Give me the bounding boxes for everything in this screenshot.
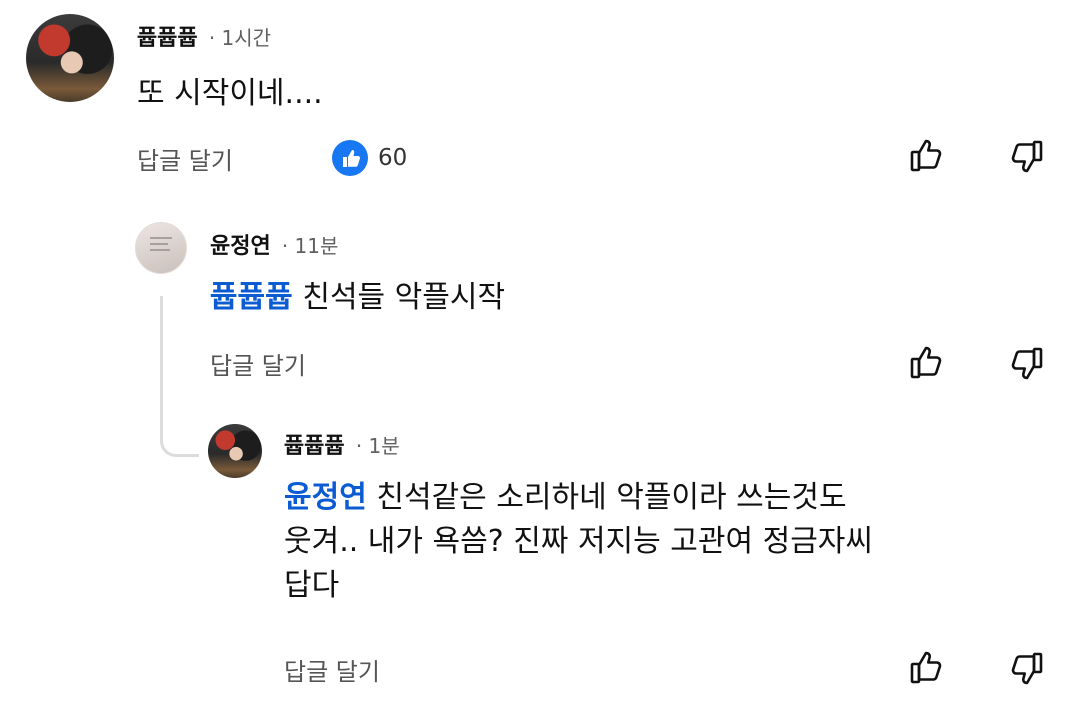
mention-link[interactable]: 퓹퓹퓹 bbox=[210, 280, 293, 315]
timestamp: · 11분 bbox=[281, 234, 339, 258]
thumbs-down-icon[interactable] bbox=[1005, 136, 1047, 178]
avatar[interactable] bbox=[26, 14, 114, 102]
comment-header: 윤정연 · 11분 bbox=[210, 228, 338, 260]
timestamp: · 1시간 bbox=[208, 26, 272, 50]
thumbs-up-icon[interactable] bbox=[906, 134, 948, 176]
reply-button[interactable]: 답글 달기 bbox=[137, 141, 233, 176]
comment-body-line-2: 웃겨.. 내가 욕씀? 진짜 저지능 고관여 정금자씨 bbox=[284, 524, 874, 559]
comment-header: 퓹퓹퓹 · 1시간 bbox=[137, 20, 271, 52]
comment-text: 또 시작이네.... bbox=[137, 76, 323, 111]
reply-button[interactable]: 답글 달기 bbox=[210, 346, 306, 381]
comment-body: 친석들 악플시작 bbox=[292, 280, 506, 315]
timestamp: · 1분 bbox=[355, 434, 400, 458]
author-name[interactable]: 퓹퓹퓹 bbox=[137, 26, 198, 51]
comment-body-line-1: 친석같은 소리하네 악플이라 쓰는것도 bbox=[366, 480, 847, 515]
reply-thread-line bbox=[160, 296, 199, 457]
author-name[interactable]: 퓹퓹퓹 bbox=[284, 434, 345, 459]
reply-button[interactable]: 답글 달기 bbox=[284, 652, 380, 687]
like-reaction-icon bbox=[332, 140, 368, 176]
comment-text: 윤정연 친석같은 소리하네 악플이라 쓰는것도 웃겨.. 내가 욕씀? 진짜 저… bbox=[284, 476, 1044, 608]
author-name[interactable]: 윤정연 bbox=[210, 234, 271, 259]
thumbs-up-icon[interactable] bbox=[906, 341, 948, 383]
thumbs-down-icon[interactable] bbox=[1005, 648, 1047, 690]
thumbs-up-icon[interactable] bbox=[906, 646, 948, 688]
avatar[interactable] bbox=[135, 222, 187, 274]
comment-body-line-3: 답다 bbox=[284, 568, 340, 603]
mention-link[interactable]: 윤정연 bbox=[284, 480, 367, 515]
like-count: 60 bbox=[378, 145, 408, 171]
avatar[interactable] bbox=[208, 424, 262, 478]
thumbs-down-icon[interactable] bbox=[1005, 343, 1047, 385]
comment-text: 퓹퓹퓹 친석들 악플시작 bbox=[210, 276, 505, 320]
comment-header: 퓹퓹퓹 · 1분 bbox=[284, 428, 400, 460]
